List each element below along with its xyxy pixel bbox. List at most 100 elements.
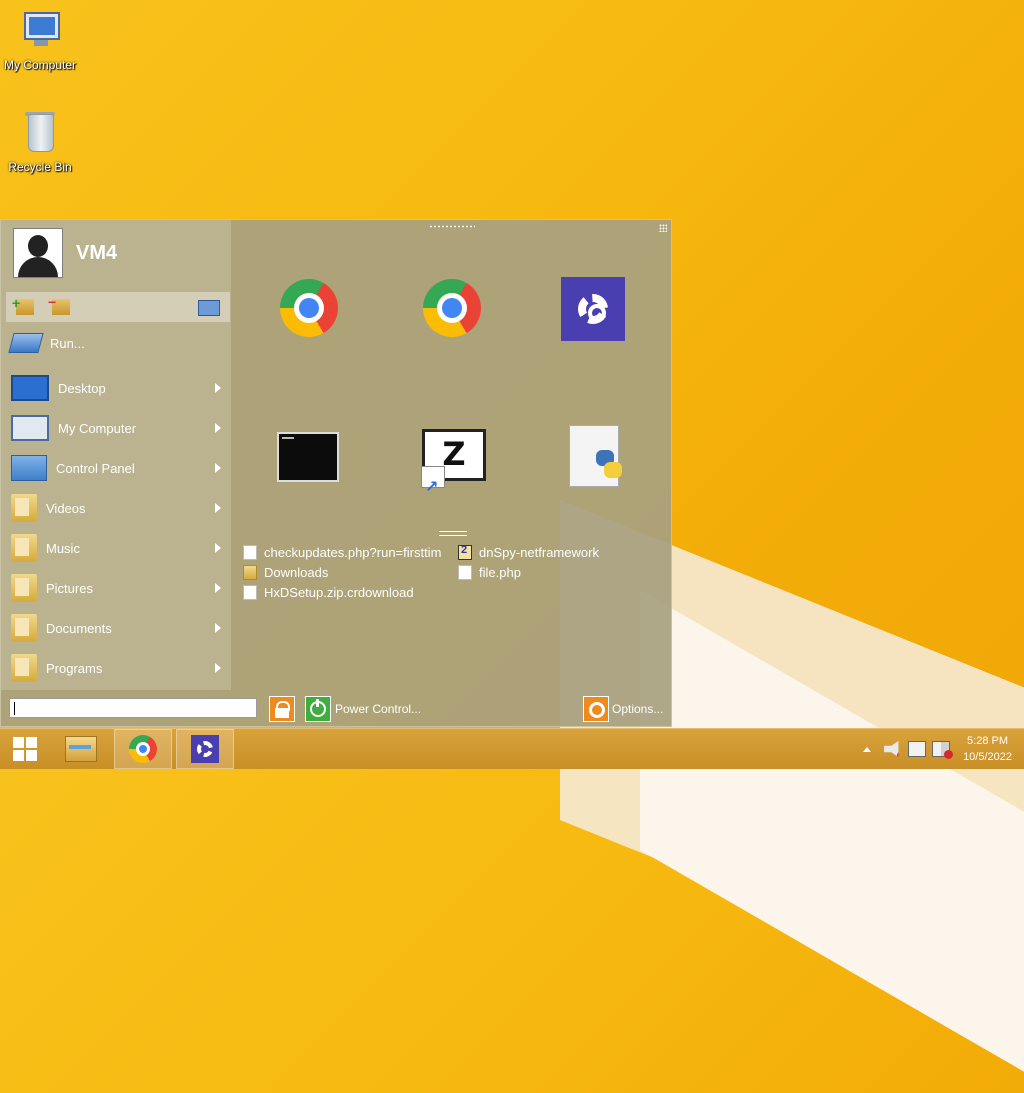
chrome-icon	[423, 279, 481, 337]
clock-time: 5:28 PM	[967, 735, 1009, 747]
menu-item-label: Music	[46, 540, 80, 556]
menu-item-label: Videos	[46, 500, 86, 516]
tile-chrome-2[interactable]	[380, 242, 520, 382]
menu-item-label: Programs	[46, 660, 103, 676]
menu-item-run[interactable]: Run...	[6, 328, 230, 358]
menu-item-label: Documents	[46, 620, 112, 636]
python-script-icon	[569, 425, 622, 487]
menu-item-music[interactable]: Music	[6, 528, 230, 568]
tile-filezilla[interactable]: Z	[380, 387, 520, 527]
folder-icon	[11, 574, 37, 602]
tile-python-script[interactable]	[523, 387, 663, 527]
recent-item[interactable]: file.php	[458, 562, 599, 582]
add-folder-icon[interactable]	[12, 295, 34, 315]
submenu-arrow-icon	[215, 663, 221, 673]
filezilla-icon: Z	[421, 429, 486, 509]
start-menu-left-column: VM4 Run... Desktop My Computer	[1, 220, 231, 690]
desktop-icon-label: My Computer	[3, 58, 77, 72]
menu-item-programs[interactable]: Programs	[6, 648, 230, 688]
computer-icon	[18, 10, 62, 54]
desktop-icon-recycle-bin[interactable]: Recycle Bin	[0, 112, 80, 174]
search-input[interactable]	[9, 698, 257, 718]
user-name: VM4	[76, 241, 118, 264]
show-hidden-icons-chevron-icon[interactable]	[863, 746, 872, 752]
shortcut-arrow-icon	[421, 465, 445, 509]
folder-icon	[243, 564, 257, 580]
avatar[interactable]	[13, 228, 63, 278]
archive-icon	[458, 544, 472, 560]
submenu-arrow-icon	[215, 623, 221, 633]
recent-item[interactable]: dnSpy-netframework	[458, 542, 599, 562]
file-icon	[458, 564, 472, 580]
recent-files-right: dnSpy-netframework file.php	[458, 542, 599, 582]
remove-folder-icon[interactable]	[48, 294, 70, 315]
start-menu: VM4 Run... Desktop My Computer	[0, 219, 672, 727]
menu-item-label: Pictures	[46, 580, 93, 596]
recent-item[interactable]: checkupdates.php?run=firsttim	[243, 542, 441, 562]
submenu-arrow-icon	[215, 463, 221, 473]
start-button[interactable]	[0, 729, 50, 769]
quick-action-bar	[6, 292, 230, 322]
menu-item-control-panel[interactable]: Control Panel	[6, 448, 230, 488]
clock[interactable]: 5:28 PM 10/5/2022	[963, 733, 1012, 765]
menu-item-label: Run...	[50, 335, 85, 351]
folder-icon	[11, 654, 37, 682]
recent-files-left: checkupdates.php?run=firsttim Downloads …	[243, 542, 441, 602]
submenu-arrow-icon	[215, 583, 221, 593]
clock-date: 10/5/2022	[963, 751, 1012, 763]
control-panel-icon	[11, 455, 47, 481]
taskbar-chrome[interactable]	[114, 729, 172, 769]
taskbar-file-explorer[interactable]	[52, 729, 110, 769]
menu-item-label: My Computer	[58, 420, 137, 436]
submenu-arrow-icon	[215, 423, 221, 433]
recent-divider[interactable]	[439, 531, 467, 536]
power-icon	[305, 696, 331, 722]
php-file-icon	[243, 544, 257, 560]
run-icon	[8, 333, 44, 353]
chrome-icon	[129, 735, 157, 763]
tile-command-prompt[interactable]	[237, 387, 377, 527]
folder-icon	[11, 534, 37, 562]
submenu-arrow-icon	[215, 383, 221, 393]
menu-item-pictures[interactable]: Pictures	[6, 568, 230, 608]
pinned-tiles: Z	[237, 242, 669, 532]
menu-item-videos[interactable]: Videos	[6, 488, 230, 528]
menu-item-documents[interactable]: Documents	[6, 608, 230, 648]
user-header: VM4	[13, 228, 117, 278]
options-gear-icon	[583, 696, 609, 722]
command-prompt-icon	[277, 432, 339, 482]
recent-item[interactable]: Downloads	[243, 562, 441, 582]
resize-corner-icon[interactable]	[659, 224, 667, 232]
resize-grip-icon[interactable]	[429, 225, 475, 228]
recent-item[interactable]: HxDSetup.zip.crdownload	[243, 582, 441, 602]
menu-item-label: Desktop	[58, 380, 106, 396]
recycle-bin-icon	[18, 112, 62, 156]
submenu-arrow-icon	[215, 503, 221, 513]
desktop-icon	[11, 375, 49, 401]
tile-chrome[interactable]	[237, 242, 377, 382]
taskbar: 5:28 PM 10/5/2022	[0, 728, 1024, 769]
power-control-button[interactable]: Power Control...	[305, 696, 421, 722]
action-center-flag-icon[interactable]	[932, 741, 954, 759]
menu-item-desktop[interactable]: Desktop	[6, 368, 230, 408]
lock-button[interactable]	[269, 696, 295, 722]
volume-muted-icon[interactable]	[884, 741, 899, 757]
file-icon	[243, 584, 257, 600]
options-label: Options...	[612, 702, 664, 716]
chrome-icon	[280, 279, 338, 337]
window-icon[interactable]	[198, 300, 220, 316]
desktop-icon-label: Recycle Bin	[8, 160, 72, 174]
tile-settings[interactable]	[523, 242, 663, 382]
submenu-arrow-icon	[215, 543, 221, 553]
start-menu-list: Run... Desktop My Computer Control Panel…	[6, 328, 230, 688]
windows-logo-icon	[13, 737, 37, 761]
menu-item-label: Control Panel	[56, 460, 135, 476]
taskbar-settings[interactable]	[176, 729, 234, 769]
options-button[interactable]: Options...	[583, 696, 663, 722]
menu-item-my-computer[interactable]: My Computer	[6, 408, 230, 448]
desktop-icon-my-computer[interactable]: My Computer	[0, 10, 80, 72]
system-tray: 5:28 PM 10/5/2022	[863, 729, 1024, 769]
file-explorer-icon	[65, 736, 97, 762]
network-icon[interactable]	[908, 741, 927, 757]
folder-icon	[11, 494, 37, 522]
